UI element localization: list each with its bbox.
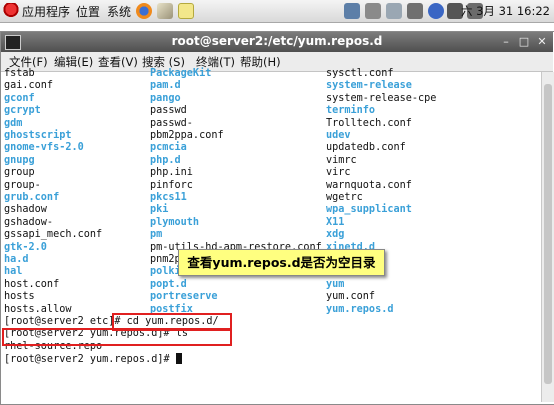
file-entry: Trolltech.conf — [326, 117, 412, 129]
file-entry: popt.d — [150, 278, 187, 290]
email-icon[interactable] — [157, 3, 173, 19]
terminal-output[interactable]: fstab gai.conf gconf gcrypt gdm ghostscript gn… — [4, 68, 542, 398]
file-entry: warnquota.conf — [326, 179, 412, 191]
file-entry: gcrypt — [4, 105, 41, 117]
file-entry: pango — [150, 92, 181, 104]
file-entry: group- — [4, 179, 41, 191]
window-title: root@server2:/etc/yum.repos.d — [171, 34, 383, 48]
file-entry: gtk-2.0 — [4, 241, 47, 253]
file-entry: X11 — [326, 216, 345, 228]
firefox-icon[interactable] — [136, 3, 152, 19]
file-entry: system-release-cpe — [326, 92, 437, 104]
network-icon[interactable] — [344, 3, 360, 19]
file-entry: fstab — [4, 68, 35, 79]
file-entry: xdg — [326, 229, 345, 241]
scrollbar-thumb[interactable] — [544, 84, 552, 384]
notes-icon[interactable] — [178, 3, 194, 19]
file-entry: group — [4, 167, 35, 179]
annotation-callout: 查看yum.repos.d是否为空目录 — [178, 249, 385, 276]
file-entry: gshadow- — [4, 216, 54, 228]
file-entry: portreserve — [150, 291, 218, 303]
close-icon[interactable]: ✕ — [535, 35, 549, 49]
file-entry: pki — [150, 204, 169, 216]
prompt-line: [root@server2 yum.repos.d]# — [4, 353, 182, 366]
file-entry: passwd — [150, 105, 187, 117]
file-entry: hosts — [4, 291, 35, 303]
clock[interactable]: 六 3月 31 16:22 — [461, 3, 550, 19]
battery-icon[interactable] — [407, 3, 423, 19]
places-menu[interactable]: 位置 — [76, 3, 100, 20]
file-entry: gnupg — [4, 154, 35, 166]
highlight-box-ls — [2, 328, 232, 346]
file-entry: php.ini — [150, 167, 193, 179]
file-entry: php.d — [150, 154, 181, 166]
file-entry: gshadow — [4, 204, 47, 216]
file-entry: yum — [326, 278, 345, 290]
file-entry: vimrc — [326, 154, 357, 166]
file-entry: pcmcia — [150, 142, 187, 154]
file-entry: pinforc — [150, 179, 193, 191]
file-entry: udev — [326, 130, 351, 141]
file-entry: hosts.allow — [4, 303, 72, 315]
file-entry: grub.conf — [4, 192, 60, 203]
file-entry: pam.d — [150, 80, 181, 92]
maximize-icon[interactable]: □ — [517, 35, 531, 49]
file-entry: system-release — [326, 80, 412, 92]
scrollbar[interactable] — [541, 72, 554, 402]
minimize-icon[interactable]: – — [499, 35, 513, 49]
file-entry: yum.conf — [326, 291, 376, 303]
window-titlebar[interactable]: root@server2:/etc/yum.repos.d – □ ✕ — [1, 32, 553, 52]
file-entry: virc — [326, 167, 351, 179]
file-entry: hal — [4, 266, 23, 278]
file-entry: sysctl.conf — [326, 68, 394, 79]
text-cursor — [175, 353, 182, 365]
file-entry: gai.conf — [4, 80, 54, 92]
display-icon[interactable] — [386, 3, 402, 19]
file-entry: terminfo — [326, 105, 376, 117]
file-entry: gnome-vfs-2.0 — [4, 142, 84, 154]
file-entry: wgetrc — [326, 192, 363, 203]
file-entry: pbm2ppa.conf — [150, 130, 224, 141]
file-entry: gssapi_mech.conf — [4, 229, 103, 241]
system-menu[interactable]: 系统 — [107, 3, 131, 20]
file-entry: wpa_supplicant — [326, 204, 412, 216]
file-entry: PackageKit — [150, 68, 212, 79]
top-panel: 应用程序 位置 系统 六 3月 31 16:22 — [0, 0, 554, 23]
file-entry: passwd- — [150, 117, 193, 129]
file-entry: pkcs11 — [150, 192, 187, 203]
file-entry: host.conf — [4, 278, 60, 290]
bluetooth-icon[interactable] — [428, 3, 444, 19]
file-entry: pm — [150, 229, 163, 241]
file-entry: ha.d — [4, 254, 29, 265]
file-entry: yum.repos.d — [326, 303, 394, 315]
file-entry: ghostscript — [4, 130, 72, 141]
wireless-icon[interactable] — [365, 3, 381, 19]
file-entry: plymouth — [150, 216, 200, 228]
file-entry: gconf — [4, 92, 35, 104]
file-entry: gdm — [4, 117, 23, 129]
applications-menu[interactable]: 应用程序 — [22, 3, 70, 20]
file-entry: updatedb.conf — [326, 142, 406, 154]
redhat-logo-icon[interactable] — [3, 3, 19, 19]
